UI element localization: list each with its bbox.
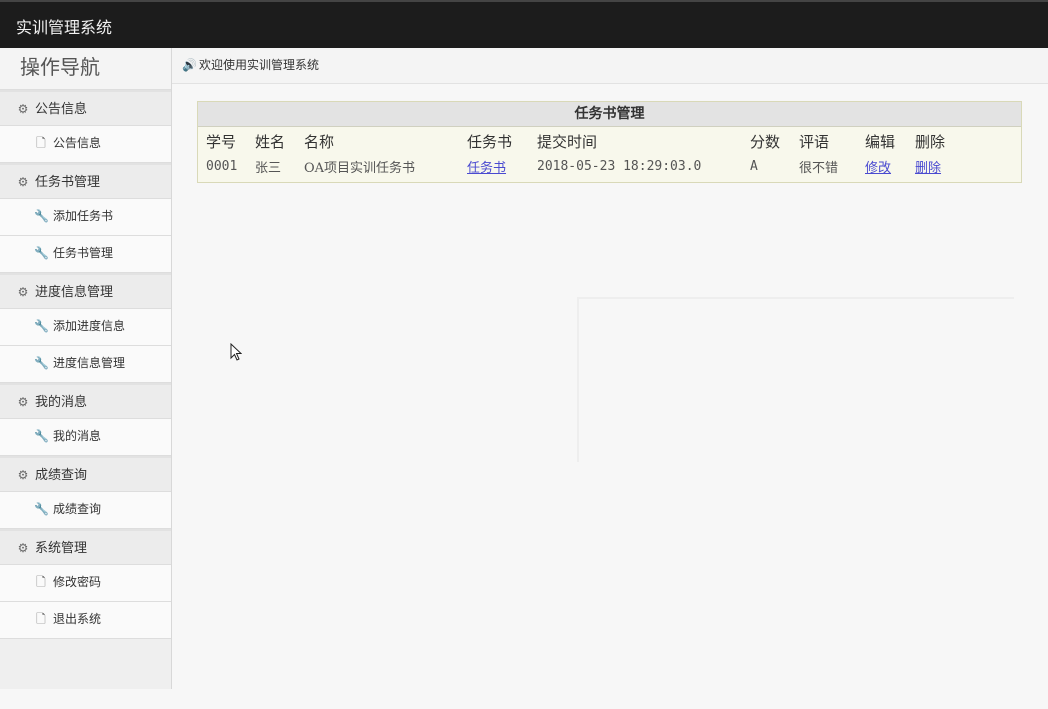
- wrench-icon: 🔧: [34, 319, 49, 333]
- nav-group-label: 成绩查询: [35, 468, 88, 483]
- column-header-submit-time: 提交时间: [537, 132, 598, 151]
- wrench-icon: 🔧: [34, 246, 49, 260]
- wrench-icon: 🔧: [34, 209, 49, 223]
- nav-group-system[interactable]: ⚙ 系统管理: [0, 529, 171, 565]
- nav-item-add-task-book[interactable]: 🔧 添加任务书: [0, 199, 171, 236]
- gear-icon: ⚙: [17, 102, 29, 116]
- wrench-icon: 🔧: [34, 502, 49, 516]
- nav-group-grades[interactable]: ⚙ 成绩查询: [0, 456, 171, 492]
- nav-item-my-messages[interactable]: 🔧 我的消息: [0, 419, 171, 456]
- nav-item-task-book-management[interactable]: 🔧 任务书管理: [0, 236, 171, 273]
- panel-title: 任务书管理: [198, 102, 1021, 127]
- column-header-edit: 编辑: [865, 132, 896, 151]
- gear-icon: ⚙: [17, 395, 29, 409]
- nav-group-task-books[interactable]: ⚙ 任务书管理: [0, 163, 171, 199]
- nav-item-progress-management[interactable]: 🔧 进度信息管理: [0, 346, 171, 383]
- wrench-icon: 🔧: [34, 429, 49, 443]
- document-icon: 🗋: [36, 136, 46, 150]
- nav-item-grade-query[interactable]: 🔧 成绩查询: [0, 492, 171, 529]
- cell-name: 张三: [255, 160, 282, 176]
- column-header-task-book: 任务书: [467, 132, 513, 151]
- nav-group-label: 进度信息管理: [35, 285, 114, 300]
- task-book-link[interactable]: 任务书: [467, 161, 506, 176]
- app-title: 实训管理系统: [16, 18, 113, 37]
- delete-link[interactable]: 删除: [915, 161, 941, 176]
- cell-delete: 删除: [911, 155, 961, 177]
- cell-submit-time: 2018-05-23 18:29:03.0: [537, 158, 702, 174]
- nav-item-label: 进度信息管理: [53, 356, 126, 370]
- nav-group-announcements[interactable]: ⚙ 公告信息: [0, 90, 171, 126]
- nav-item-label: 添加进度信息: [53, 319, 126, 333]
- cell-student-id: 0001: [206, 158, 238, 174]
- nav-item-label: 我的消息: [53, 429, 102, 443]
- nav-group-label: 我的消息: [35, 395, 88, 410]
- speaker-icon: 🔊: [182, 58, 197, 72]
- nav-item-label: 添加任务书: [53, 209, 114, 223]
- welcome-bar: 🔊 欢迎使用实训管理系统: [172, 48, 1048, 84]
- nav-group-messages[interactable]: ⚙ 我的消息: [0, 383, 171, 419]
- nav-item-label: 修改密码: [53, 575, 102, 589]
- cell-comment: 很不错: [799, 160, 839, 176]
- column-header-student-id: 学号: [206, 132, 237, 151]
- column-header-project: 名称: [304, 132, 335, 151]
- nav-item-label: 退出系统: [53, 612, 102, 626]
- cell-project: OA项目实训任务书: [304, 160, 416, 176]
- gear-icon: ⚙: [17, 468, 29, 482]
- gear-icon: ⚙: [17, 175, 29, 189]
- cell-score: A: [750, 158, 758, 174]
- nav-group-label: 系统管理: [35, 541, 88, 556]
- cell-task-book: 任务书: [463, 155, 533, 177]
- gear-icon: ⚙: [17, 541, 29, 555]
- nav-group-label: 公告信息: [35, 102, 88, 117]
- sidebar-title: 操作导航: [0, 48, 171, 90]
- column-header-comment: 评语: [799, 132, 830, 151]
- nav-item-logout[interactable]: 🗋 退出系统: [0, 602, 171, 639]
- nav-item-label: 任务书管理: [53, 246, 114, 260]
- nav-item-label: 公告信息: [53, 136, 102, 150]
- faded-dialog-remnant: [577, 297, 1014, 462]
- task-table: 学号 姓名 名称 任务书 提交时间 分数 评语 编辑 删除 0001 张三 OA…: [202, 127, 961, 177]
- table-row: 0001 张三 OA项目实训任务书 任务书 2018-05-23 18:29:0…: [202, 155, 961, 177]
- nav-group-label: 任务书管理: [35, 175, 101, 190]
- nav-item-announcements[interactable]: 🗋 公告信息: [0, 126, 171, 163]
- task-book-panel: 任务书管理 学号 姓名 名称 任务书 提交时间 分数 评语 编辑 删除 0001…: [197, 101, 1022, 183]
- edit-link[interactable]: 修改: [865, 161, 891, 176]
- table-header-row: 学号 姓名 名称 任务书 提交时间 分数 评语 编辑 删除: [202, 127, 961, 155]
- sidebar: 操作导航 ⚙ 公告信息 🗋 公告信息 ⚙ 任务书管理 🔧 添加任务书 🔧 任务书管理 ⚙ 进…: [0, 48, 172, 689]
- mouse-cursor-icon: [230, 343, 242, 361]
- gear-icon: ⚙: [17, 285, 29, 299]
- welcome-text: 欢迎使用实训管理系统: [199, 58, 320, 72]
- nav-item-add-progress[interactable]: 🔧 添加进度信息: [0, 309, 171, 346]
- column-header-score: 分数: [750, 132, 781, 151]
- wrench-icon: 🔧: [34, 356, 49, 370]
- column-header-delete: 删除: [915, 132, 946, 151]
- column-header-name: 姓名: [255, 132, 286, 151]
- nav-item-change-password[interactable]: 🗋 修改密码: [0, 565, 171, 602]
- cell-edit: 修改: [861, 155, 911, 177]
- document-icon: 🗋: [36, 575, 46, 589]
- nav-item-label: 成绩查询: [53, 502, 102, 516]
- document-icon: 🗋: [36, 612, 46, 626]
- nav-group-progress[interactable]: ⚙ 进度信息管理: [0, 273, 171, 309]
- top-bar: 实训管理系统: [0, 0, 1048, 48]
